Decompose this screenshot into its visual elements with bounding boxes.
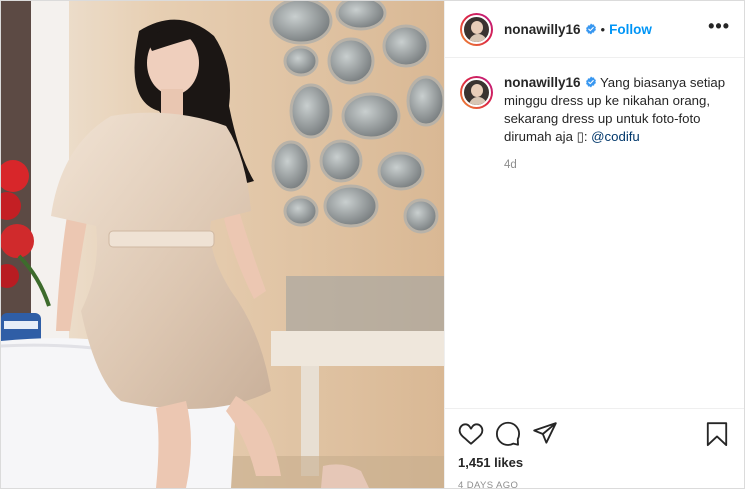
post-sidebar: nonawilly16 • Follow ••• nonawilly16 Yan… bbox=[444, 1, 744, 489]
comment-icon[interactable] bbox=[495, 421, 521, 447]
post-date: 4 DAYS AGO bbox=[458, 480, 519, 489]
avatar-image bbox=[462, 14, 491, 44]
comments-section: nonawilly16 Yang biasanya setiap minggu … bbox=[445, 58, 744, 408]
action-bar: 1,451 likes 4 DAYS AGO bbox=[445, 408, 744, 489]
action-icons bbox=[458, 417, 730, 451]
separator-dot: • bbox=[600, 21, 606, 37]
more-options-icon[interactable]: ••• bbox=[708, 17, 730, 37]
caption-timestamp[interactable]: 4d bbox=[504, 156, 730, 174]
heart-icon[interactable] bbox=[458, 421, 484, 447]
mention-link[interactable]: @codifu bbox=[591, 129, 640, 144]
caption-username-link[interactable]: nonawilly16 bbox=[504, 75, 581, 90]
post-photo-illustration bbox=[1, 1, 444, 488]
follow-button[interactable]: Follow bbox=[609, 22, 652, 37]
caption-body: nonawilly16 Yang biasanya setiap minggu … bbox=[504, 74, 730, 174]
post-header: nonawilly16 • Follow ••• bbox=[445, 1, 744, 58]
verified-badge-icon bbox=[585, 23, 596, 35]
post-photo[interactable] bbox=[1, 1, 444, 488]
avatar-image bbox=[462, 78, 491, 107]
caption: nonawilly16 Yang biasanya setiap minggu … bbox=[460, 74, 730, 174]
username-link[interactable]: nonawilly16 bbox=[504, 22, 581, 37]
share-icon[interactable] bbox=[532, 421, 558, 447]
caption-emoji: ▯ bbox=[576, 129, 584, 144]
likes-count[interactable]: 1,451 likes bbox=[458, 455, 730, 470]
avatar[interactable] bbox=[460, 12, 493, 46]
instagram-post: nonawilly16 • Follow ••• nonawilly16 Yan… bbox=[0, 0, 745, 489]
bookmark-icon[interactable] bbox=[704, 421, 730, 447]
caption-avatar[interactable] bbox=[460, 76, 493, 109]
verified-badge-icon bbox=[585, 76, 596, 88]
